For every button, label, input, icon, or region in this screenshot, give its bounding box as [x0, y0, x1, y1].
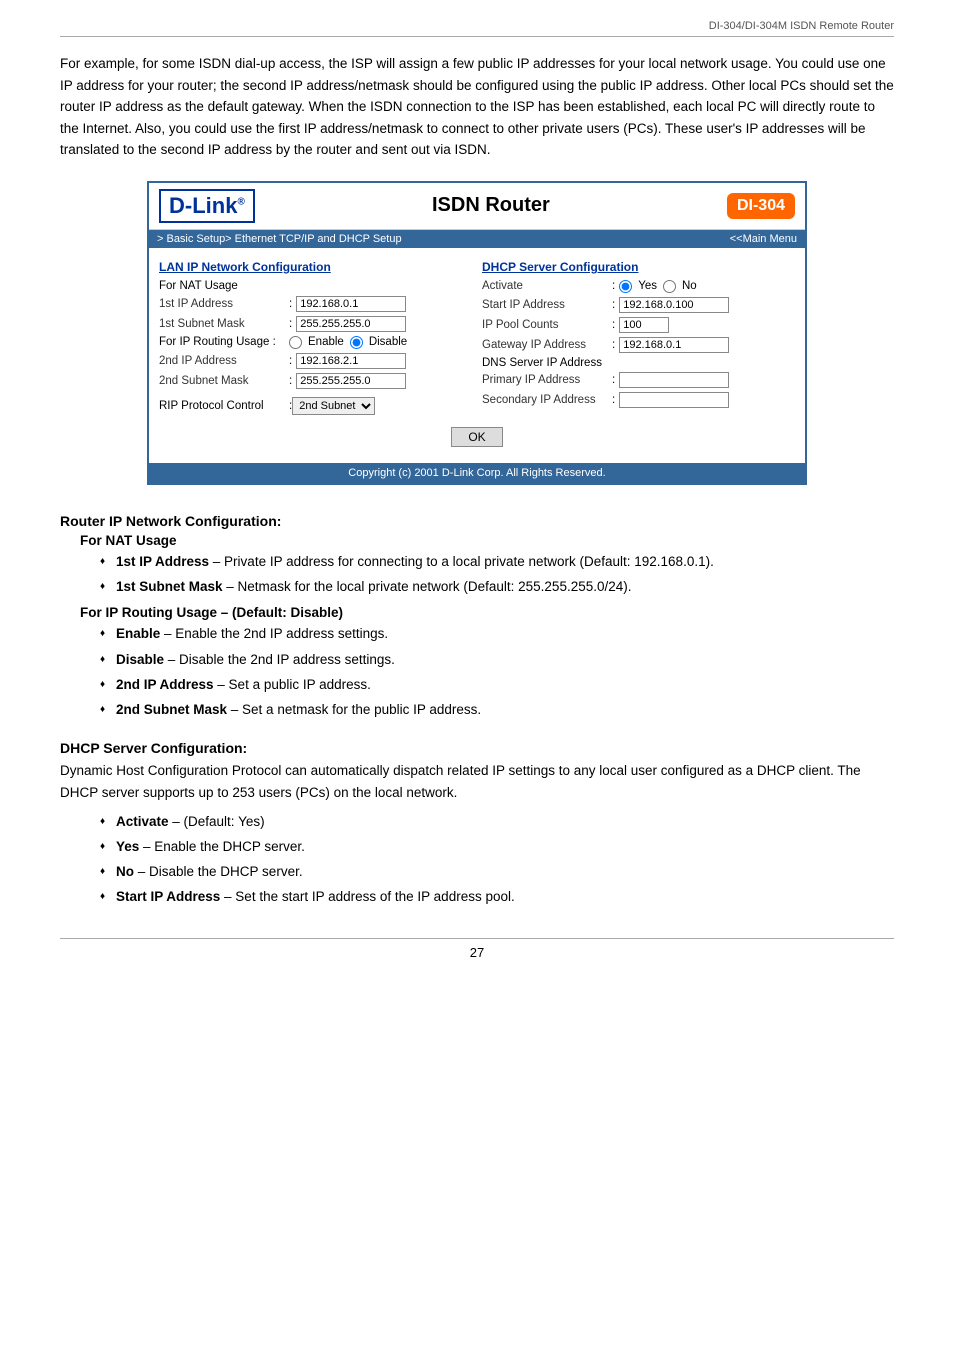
- dns-section-label: DNS Server IP Address: [482, 357, 795, 369]
- yes-label: Yes: [638, 280, 657, 292]
- router-body: LAN IP Network Configuration For NAT Usa…: [149, 248, 805, 463]
- secondary-ip-input[interactable]: [619, 392, 729, 408]
- yes-radio[interactable]: [619, 280, 632, 293]
- primary-ip-row: Primary IP Address :: [482, 372, 795, 388]
- router-title: ISDN Router: [255, 194, 727, 217]
- ip-bullet-1: Enable – Enable the 2nd IP address setti…: [100, 624, 894, 644]
- activate-label: Activate: [482, 280, 612, 292]
- second-mask-row: 2nd Subnet Mask :: [159, 373, 472, 389]
- dhcp-section-header: DHCP Server Configuration:: [60, 740, 894, 756]
- first-ip-input[interactable]: [296, 296, 406, 312]
- for-nat-usage-label: For NAT Usage: [159, 280, 472, 292]
- first-mask-row: 1st Subnet Mask :: [159, 316, 472, 332]
- start-ip-input[interactable]: [619, 297, 729, 313]
- dhcp-bullet-3: No – Disable the DHCP server.: [100, 862, 894, 882]
- ip-bullet-2: Disable – Disable the 2nd IP address set…: [100, 650, 894, 670]
- pool-counts-input[interactable]: [619, 317, 669, 333]
- disable-radio[interactable]: [350, 336, 363, 349]
- rip-select[interactable]: 2nd Subnet: [292, 397, 375, 415]
- rip-label: RIP Protocol Control: [159, 400, 289, 412]
- no-radio[interactable]: [663, 280, 676, 293]
- nat-bullet-2: 1st Subnet Mask – Netmask for the local …: [100, 577, 894, 597]
- lan-section-title: LAN IP Network Configuration: [159, 260, 472, 274]
- primary-ip-input[interactable]: [619, 372, 729, 388]
- ok-button[interactable]: OK: [451, 427, 502, 447]
- first-mask-input[interactable]: [296, 316, 406, 332]
- ip-routing-bullets: Enable – Enable the 2nd IP address setti…: [100, 624, 894, 720]
- for-ip-routing-label: For IP Routing Usage :: [159, 336, 289, 348]
- gateway-label: Gateway IP Address: [482, 339, 612, 351]
- nav-main-menu[interactable]: <<Main Menu: [730, 233, 797, 245]
- nav-bar: > Basic Setup> Ethernet TCP/IP and DHCP …: [149, 230, 805, 248]
- second-ip-label: 2nd IP Address: [159, 355, 289, 367]
- primary-ip-label: Primary IP Address: [482, 374, 612, 386]
- activate-radio-group: Yes No: [619, 280, 696, 293]
- enable-radio[interactable]: [289, 336, 302, 349]
- lan-config-col: LAN IP Network Configuration For NAT Usa…: [159, 260, 472, 415]
- ip-routing-row: For IP Routing Usage : Enable Disable: [159, 336, 472, 349]
- dhcp-section-title: DHCP Server Configuration: [482, 260, 795, 274]
- doc-header: DI-304/DI-304M ISDN Remote Router: [60, 20, 894, 37]
- activate-row: Activate : Yes No: [482, 280, 795, 293]
- pool-counts-row: IP Pool Counts :: [482, 317, 795, 333]
- router-footer: Copyright (c) 2001 D-Link Corp. All Righ…: [149, 463, 805, 483]
- start-ip-row: Start IP Address :: [482, 297, 795, 313]
- nat-bullets: 1st IP Address – Private IP address for …: [100, 552, 894, 598]
- rip-row: RIP Protocol Control : 2nd Subnet: [159, 397, 472, 415]
- gateway-input[interactable]: [619, 337, 729, 353]
- second-ip-row: 2nd IP Address :: [159, 353, 472, 369]
- router-ip-section-title: Router IP Network Configuration:: [60, 513, 894, 529]
- page-footer: 27: [60, 938, 894, 960]
- ip-routing-radio-group: Enable Disable: [289, 336, 407, 349]
- dlink-logo: D-Link®: [159, 189, 255, 223]
- first-ip-label: 1st IP Address: [159, 298, 289, 310]
- second-mask-input[interactable]: [296, 373, 406, 389]
- nav-breadcrumb[interactable]: > Basic Setup> Ethernet TCP/IP and DHCP …: [157, 233, 402, 245]
- first-ip-row: 1st IP Address :: [159, 296, 472, 312]
- start-ip-label: Start IP Address: [482, 299, 612, 311]
- pool-counts-label: IP Pool Counts: [482, 319, 612, 331]
- ok-row: OK: [159, 427, 795, 447]
- gateway-row: Gateway IP Address :: [482, 337, 795, 353]
- nat-bullet-1: 1st IP Address – Private IP address for …: [100, 552, 894, 572]
- enable-label: Enable: [308, 336, 344, 348]
- dhcp-bullet-4: Start IP Address – Set the start IP addr…: [100, 887, 894, 907]
- secondary-ip-label: Secondary IP Address: [482, 394, 612, 406]
- dhcp-bullets: Activate – (Default: Yes) Yes – Enable t…: [100, 812, 894, 908]
- ip-routing-sub: For IP Routing Usage – (Default: Disable…: [80, 605, 894, 620]
- ip-bullet-4: 2nd Subnet Mask – Set a netmask for the …: [100, 700, 894, 720]
- di-badge: DI-304: [727, 193, 795, 219]
- doc-title: DI-304/DI-304M ISDN Remote Router: [709, 20, 894, 32]
- dhcp-bullet-1: Activate – (Default: Yes): [100, 812, 894, 832]
- dhcp-config-col: DHCP Server Configuration Activate : Yes…: [482, 260, 795, 415]
- intro-paragraph: For example, for some ISDN dial-up acces…: [60, 53, 894, 161]
- nat-usage-sub: For NAT Usage: [80, 533, 894, 548]
- ip-bullet-3: 2nd IP Address – Set a public IP address…: [100, 675, 894, 695]
- page-number: 27: [470, 945, 484, 960]
- dhcp-bullet-2: Yes – Enable the DHCP server.: [100, 837, 894, 857]
- router-ui-box: D-Link® ISDN Router DI-304 > Basic Setup…: [147, 181, 807, 485]
- first-mask-label: 1st Subnet Mask: [159, 318, 289, 330]
- router-header: D-Link® ISDN Router DI-304: [149, 183, 805, 230]
- disable-label: Disable: [369, 336, 407, 348]
- second-ip-input[interactable]: [296, 353, 406, 369]
- second-mask-label: 2nd Subnet Mask: [159, 375, 289, 387]
- secondary-ip-row: Secondary IP Address :: [482, 392, 795, 408]
- no-label: No: [682, 280, 697, 292]
- dhcp-intro: Dynamic Host Configuration Protocol can …: [60, 760, 894, 803]
